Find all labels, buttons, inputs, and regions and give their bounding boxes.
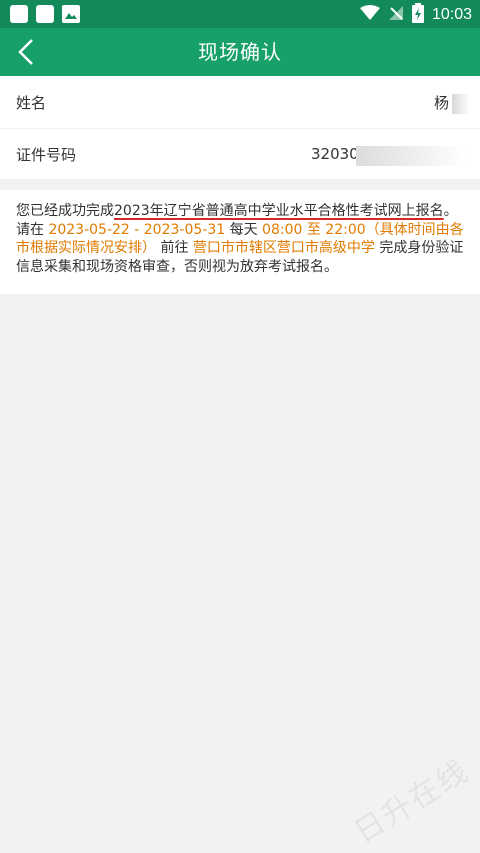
notification-square-icon <box>10 5 28 23</box>
notice-text: 您已经成功完成2023年辽宁省普通高中学业水平合格性考试网上报名。请在 2023… <box>16 203 464 275</box>
field-row-name: 姓名 杨 <box>0 76 480 128</box>
location: 营口市市辖区营口市高级中学 <box>192 240 375 256</box>
field-value-name: 杨 <box>434 94 450 112</box>
watermark-logo: 日升在线 <box>348 753 476 851</box>
date-range: 2023-05-22 - 2023-05-31 <box>48 221 226 238</box>
battery-charging-icon <box>411 3 424 27</box>
field-value-id: 32030 <box>311 145 359 163</box>
app-bar: 现场确认 <box>0 28 480 76</box>
field-row-id: 证件号码 32030 <box>0 129 480 179</box>
page-title: 现场确认 <box>198 40 282 64</box>
field-label-name: 姓名 <box>16 94 47 112</box>
status-bar: 10:03 <box>0 0 480 28</box>
wifi-icon <box>359 5 380 25</box>
no-signal-icon <box>388 5 404 25</box>
status-time: 10:03 <box>431 6 472 23</box>
notice-card: 您已经成功完成2023年辽宁省普通高中学业水平合格性考试网上报名。请在 2023… <box>0 190 480 294</box>
field-label-id: 证件号码 <box>16 146 77 164</box>
notification-square-icon <box>36 5 54 23</box>
masked-value <box>452 94 470 114</box>
masked-value <box>356 146 466 166</box>
exam-name: 2023年辽宁省普通高中学业水平合格性考试网上报名 <box>114 203 444 219</box>
image-icon <box>62 5 80 23</box>
